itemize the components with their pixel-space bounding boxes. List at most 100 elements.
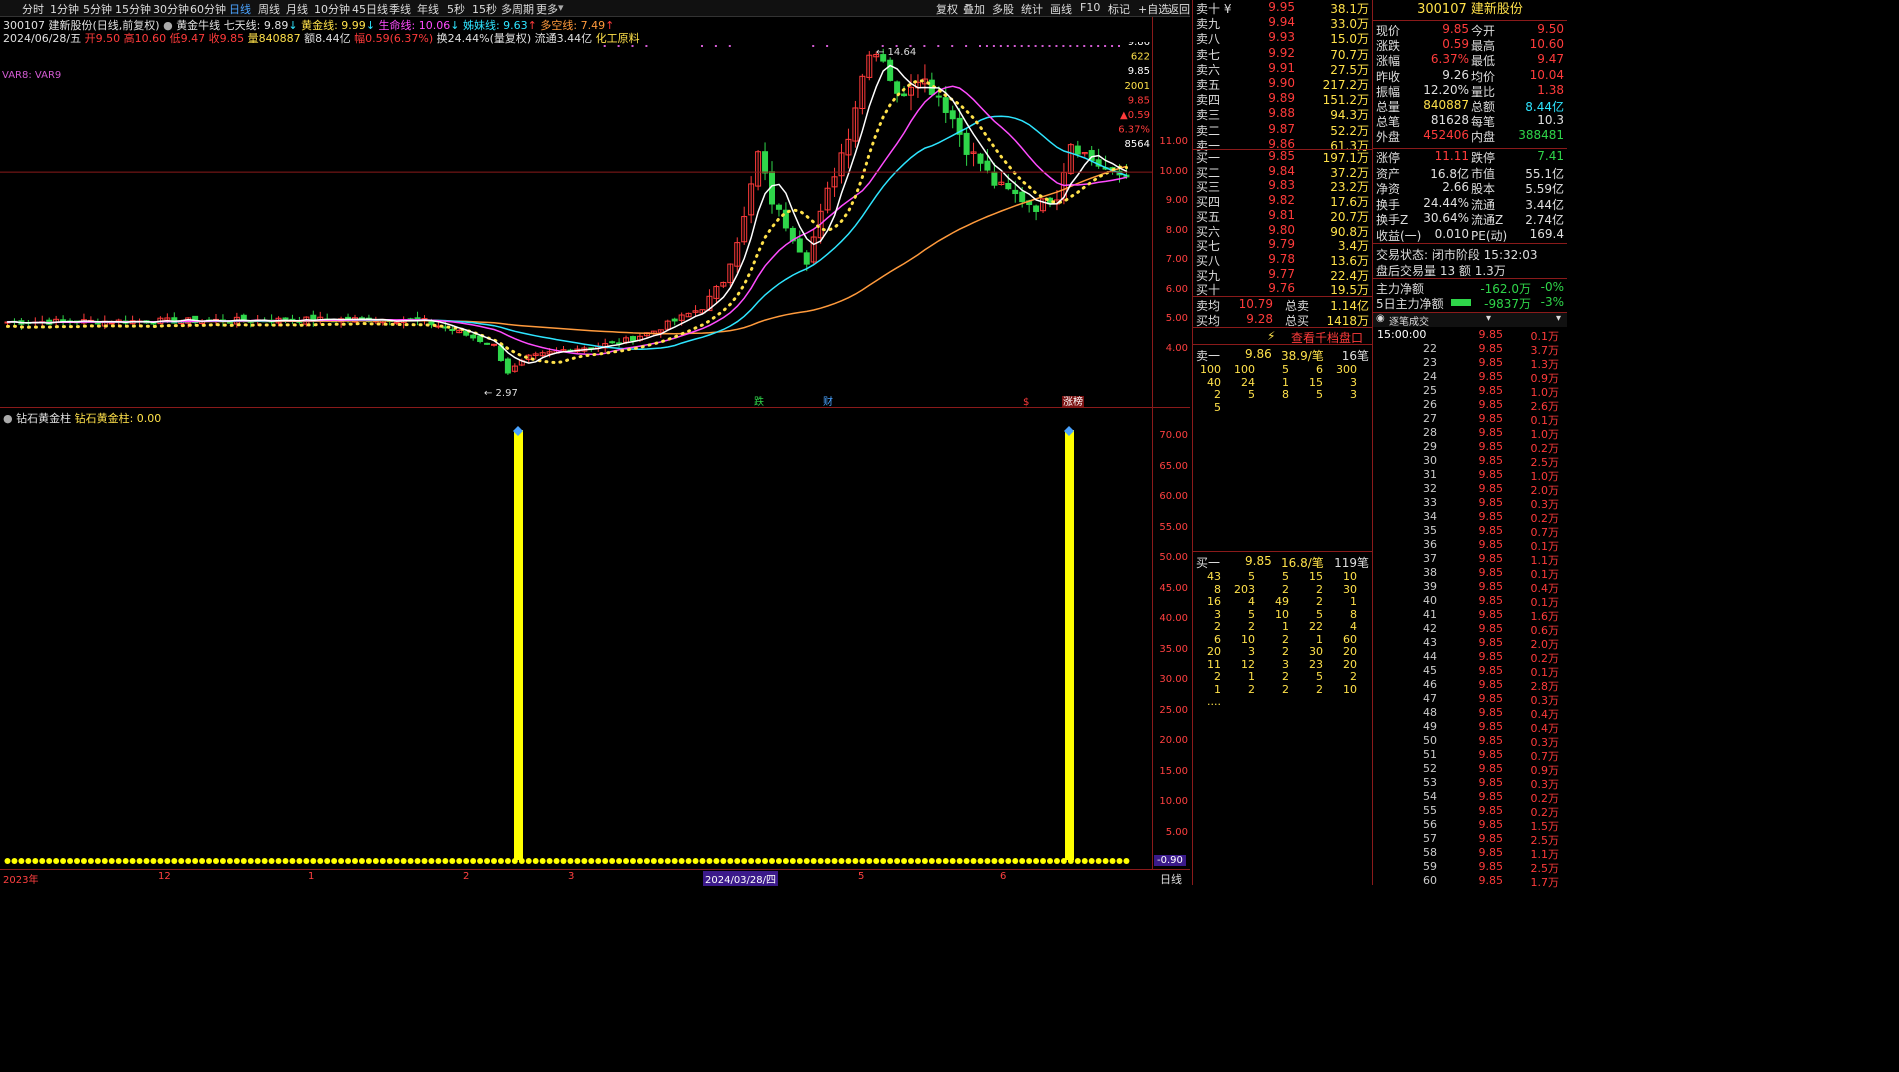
tick-price: 9.85 — [1478, 552, 1504, 565]
base-dot — [74, 858, 80, 864]
period-label[interactable]: 日线 — [1160, 871, 1182, 887]
base-dot — [67, 858, 74, 864]
sell-level-4[interactable]: 卖四 9.89 151.2万 — [1193, 91, 1373, 107]
tab-5[interactable]: 60分钟 — [190, 1, 226, 17]
tab-8[interactable]: 月线 — [286, 1, 308, 17]
buy-level-2[interactable]: 买二 9.84 37.2万 — [1193, 164, 1373, 180]
quote-row-10: 净资 2.66 股本 5.59亿 — [1373, 180, 1567, 196]
toolbar-right-5[interactable]: F10 — [1080, 1, 1100, 14]
toolbar-right-8[interactable]: 返回 — [1168, 1, 1190, 17]
base-dot — [206, 858, 213, 864]
base-dot — [101, 858, 108, 864]
signal-dot — [1069, 45, 1072, 47]
tick-row: 29 9.85 0.2万 — [1373, 440, 1567, 455]
tick-row: 49 9.85 0.4万 — [1373, 720, 1567, 735]
candle-body — [226, 321, 233, 324]
tab-12[interactable]: 年线 — [417, 1, 439, 17]
toolbar-right-3[interactable]: 统计 — [1021, 1, 1043, 17]
diamond-gold-column-chart[interactable] — [0, 420, 1152, 869]
sell-level-8[interactable]: 卖八 9.93 15.0万 — [1193, 30, 1373, 46]
buy-level-1[interactable]: 买一 9.85 197.1万 — [1193, 149, 1373, 165]
sell-level-2[interactable]: 卖二 9.87 52.2万 — [1193, 122, 1373, 138]
ticks-menu-icon[interactable]: ▾ — [1486, 313, 1491, 324]
tab-2[interactable]: 5分钟 — [83, 1, 112, 17]
quote-row-7: 外盘 452406 内盘 388481 — [1373, 128, 1567, 144]
kline-chart[interactable]: ← 14.64 ← 2.97 跌 财 $ 涨榜 9.86 622 9.85 2001 9.85 ▲0.… — [0, 42, 1152, 407]
queue-price: 9.86 — [1245, 347, 1272, 361]
tab-6[interactable]: 日线 — [229, 1, 251, 17]
tick-time: 58 — [1423, 846, 1437, 859]
queue-count: 16笔 — [1341, 349, 1369, 363]
tick-time: 35 — [1423, 524, 1437, 537]
tab-4[interactable]: 30分钟 — [153, 1, 189, 17]
tick-time: 15:00:00 — [1377, 328, 1427, 341]
base-dot — [741, 858, 748, 864]
sell-level-5[interactable]: 卖五 9.90 217.2万 — [1193, 76, 1373, 92]
level-price: 9.91 — [1268, 60, 1295, 75]
ticks-collapse-icon[interactable]: ◉ — [1376, 313, 1385, 324]
buy-level-7[interactable]: 买七 9.79 3.4万 — [1193, 237, 1373, 253]
toolbar-right-1[interactable]: 叠加 — [963, 1, 985, 17]
sell-level-6[interactable]: 卖六 9.91 27.5万 — [1193, 60, 1373, 77]
ticks-menu-icon-2[interactable]: ▾ — [1556, 313, 1561, 324]
tick-price: 9.85 — [1478, 538, 1504, 551]
tab-10[interactable]: 45日线 — [352, 1, 388, 17]
queue-cell: 3 — [1248, 645, 1255, 658]
toolbar-right-2[interactable]: 多股 — [992, 1, 1014, 17]
tab-15[interactable]: 多周期 — [501, 1, 534, 17]
ticks-header[interactable]: ◉ 逐笔成交 ▾ ▾ — [1373, 313, 1567, 328]
buy-level-5[interactable]: 买五 9.81 20.7万 — [1193, 208, 1373, 224]
base-dot — [525, 858, 532, 864]
tick-price: 9.85 — [1478, 678, 1504, 691]
quote-value2: 5.59亿 — [1525, 182, 1564, 196]
quote-value: 2.66 — [1442, 180, 1469, 194]
base-dot — [345, 858, 352, 864]
buy-level-6[interactable]: 买六 9.80 90.8万 — [1193, 223, 1373, 239]
toolbar-right-4[interactable]: 画线 — [1050, 1, 1072, 17]
tab-11[interactable]: 季线 — [389, 1, 411, 17]
tab-1[interactable]: 1分钟 — [50, 1, 79, 17]
base-dot — [1026, 858, 1033, 864]
quote-row-5: 总量 840887 总额 8.44亿 — [1373, 98, 1567, 114]
toolbar-right-7[interactable]: +自选 — [1138, 1, 1169, 17]
base-dot — [532, 858, 539, 864]
tick-row: 47 9.85 0.3万 — [1373, 692, 1567, 707]
y-tick-sub: 45.00 — [1159, 582, 1188, 594]
tick-time: 60 — [1423, 874, 1437, 887]
tab-9[interactable]: 10分钟 — [314, 1, 350, 17]
tab-13[interactable]: 5秒 — [447, 1, 465, 17]
sell-level-7[interactable]: 卖七 9.92 70.7万 — [1193, 46, 1373, 62]
buy-level-3[interactable]: 买三 9.83 23.2万 — [1193, 178, 1373, 194]
sell-level-9[interactable]: 卖九 9.94 33.0万 — [1193, 15, 1373, 31]
tab-0[interactable]: 分时 — [22, 1, 44, 17]
buy-level-9[interactable]: 买九 9.77 22.4万 — [1193, 267, 1373, 283]
pane-divider[interactable] — [0, 407, 1190, 408]
base-dot — [539, 858, 546, 864]
x-tick: 2024/03/28/四 — [703, 871, 779, 886]
sell-level-3[interactable]: 卖三 9.88 94.3万 — [1193, 106, 1373, 122]
buy-level-8[interactable]: 买八 9.78 13.6万 — [1193, 252, 1373, 268]
tab-7[interactable]: 周线 — [258, 1, 280, 17]
x-tick: 2 — [463, 871, 470, 882]
buy-level-10[interactable]: 买十 9.76 19.5万 — [1193, 281, 1373, 297]
queue-cell: 2 — [1282, 645, 1289, 658]
toolbar-right-0[interactable]: 复权 — [936, 1, 958, 17]
base-dot — [1081, 858, 1088, 864]
base-dot — [755, 858, 762, 864]
signal-dot — [1118, 45, 1120, 47]
toolbar-right-6[interactable]: 标记 — [1108, 1, 1130, 17]
tick-time: 51 — [1423, 748, 1437, 761]
menu-expand-icon[interactable]: ▾ — [558, 1, 564, 14]
tab-16[interactable]: 更多 — [536, 1, 558, 17]
tick-row: 28 9.85 1.0万 — [1373, 426, 1567, 441]
base-dot — [470, 858, 477, 864]
tab-3[interactable]: 15分钟 — [115, 1, 151, 17]
y-tick-sub: 20.00 — [1159, 735, 1188, 746]
sell-level-10[interactable]: 卖十 ¥9.95 38.1万 — [1193, 0, 1373, 16]
base-dot — [775, 858, 782, 864]
tick-row: 50 9.85 0.3万 — [1373, 734, 1567, 749]
tab-14[interactable]: 15秒 — [472, 1, 497, 17]
buy-level-4[interactable]: 买四 9.82 17.6万 — [1193, 193, 1373, 209]
queue-cell: 2 — [1282, 582, 1289, 596]
right-tag-2: 9.85 — [1128, 66, 1150, 77]
